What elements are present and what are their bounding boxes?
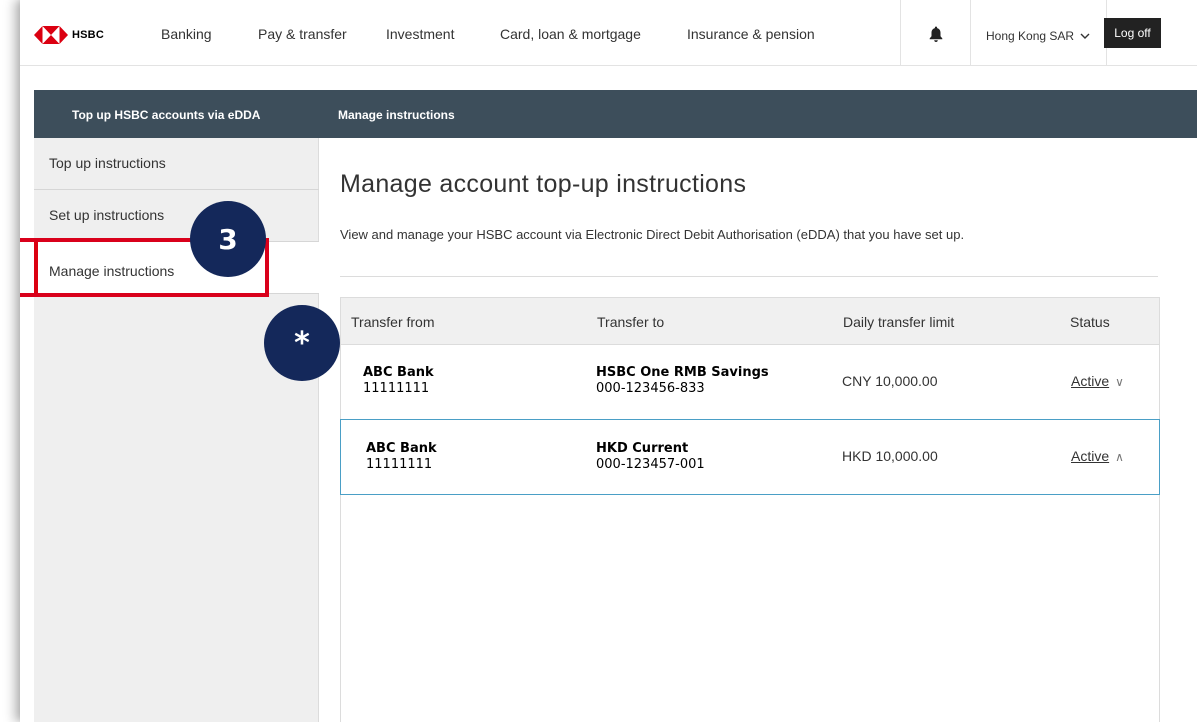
- column-header-daily-limit: Daily transfer limit: [843, 314, 955, 330]
- divider: [340, 276, 1158, 277]
- nav-insurance-pension[interactable]: Insurance & pension: [687, 26, 815, 42]
- to-account-number: 000-123456-833: [596, 381, 705, 396]
- log-off-button[interactable]: Log off: [1104, 18, 1161, 48]
- hsbc-hexagon-logo-icon: [34, 26, 68, 44]
- to-account-name: HKD Current: [596, 441, 689, 456]
- column-header-transfer-from: Transfer from: [351, 314, 435, 330]
- logo-text: HSBC: [72, 29, 104, 41]
- nav-card-loan-mortgage[interactable]: Card, loan & mortgage: [500, 26, 641, 42]
- top-navigation: HSBC Banking Pay & transfer Investment C…: [20, 0, 1197, 66]
- sidebar-item-label: Set up instructions: [49, 207, 165, 223]
- sidebar-item-label: Top up instructions: [49, 155, 166, 171]
- daily-limit-cell: CNY 10,000.00: [842, 373, 938, 389]
- table-row[interactable]: ABC Bank 11111111 HSBC One RMB Savings 0…: [340, 345, 1160, 420]
- from-account-number: 11111111: [366, 457, 433, 472]
- region-label: Hong Kong SAR: [986, 29, 1075, 43]
- section-title[interactable]: Top up HSBC accounts via eDDA: [72, 108, 260, 122]
- app-window: HSBC Banking Pay & transfer Investment C…: [20, 0, 1197, 722]
- chevron-down-icon[interactable]: ∨: [1115, 375, 1124, 389]
- transfer-from-cell: ABC Bank 11111111: [366, 441, 437, 472]
- sidebar-item-top-up-instructions[interactable]: Top up instructions: [34, 138, 319, 190]
- instructions-table: Transfer from Transfer to Daily transfer…: [340, 297, 1160, 722]
- status-link[interactable]: Active: [1071, 373, 1109, 389]
- note-asterisk-badge: *: [264, 305, 340, 381]
- from-bank-name: ABC Bank: [363, 365, 434, 380]
- chevron-down-icon: [1080, 33, 1090, 39]
- sidebar-item-manage-instructions[interactable]: Manage instructions: [34, 242, 319, 294]
- page-title: Manage account top-up instructions: [340, 170, 747, 198]
- nav-divider: [970, 0, 971, 66]
- step-number-badge: 3: [190, 201, 266, 277]
- status-cell[interactable]: Active ∧: [1071, 448, 1124, 466]
- hsbc-logo[interactable]: HSBC: [34, 26, 104, 44]
- region-selector[interactable]: Hong Kong SAR: [986, 29, 1090, 43]
- to-account-number: 000-123457-001: [596, 457, 705, 472]
- sidebar-item-label: Manage instructions: [49, 263, 175, 279]
- bell-icon[interactable]: [929, 26, 943, 42]
- nav-banking[interactable]: Banking: [161, 26, 212, 42]
- column-header-status: Status: [1070, 314, 1110, 330]
- from-account-number: 11111111: [363, 381, 430, 396]
- current-page-label: Manage instructions: [338, 108, 455, 122]
- table-header: Transfer from Transfer to Daily transfer…: [340, 297, 1160, 345]
- transfer-from-cell: ABC Bank 11111111: [363, 365, 434, 396]
- sidebar: Top up instructions Set up instructions …: [34, 138, 319, 722]
- section-header-bar: Top up HSBC accounts via eDDA Manage ins…: [34, 90, 1197, 138]
- nav-investment[interactable]: Investment: [386, 26, 454, 42]
- to-account-name: HSBC One RMB Savings: [596, 365, 769, 380]
- main-content: Manage account top-up instructions View …: [338, 138, 1197, 722]
- chevron-up-icon[interactable]: ∧: [1115, 450, 1124, 464]
- nav-divider: [900, 0, 901, 66]
- sidebar-item-set-up-instructions[interactable]: Set up instructions: [34, 190, 319, 242]
- table-row[interactable]: ABC Bank 11111111 HKD Current 000-123457…: [340, 419, 1160, 495]
- transfer-to-cell: HSBC One RMB Savings 000-123456-833: [596, 365, 769, 396]
- column-header-transfer-to: Transfer to: [597, 314, 665, 330]
- daily-limit-cell: HKD 10,000.00: [842, 448, 938, 464]
- from-bank-name: ABC Bank: [366, 441, 437, 456]
- transfer-to-cell: HKD Current 000-123457-001: [596, 441, 705, 472]
- status-cell[interactable]: Active ∨: [1071, 373, 1124, 391]
- status-link[interactable]: Active: [1071, 448, 1109, 464]
- page-description: View and manage your HSBC account via El…: [340, 227, 965, 242]
- nav-pay-transfer[interactable]: Pay & transfer: [258, 26, 347, 42]
